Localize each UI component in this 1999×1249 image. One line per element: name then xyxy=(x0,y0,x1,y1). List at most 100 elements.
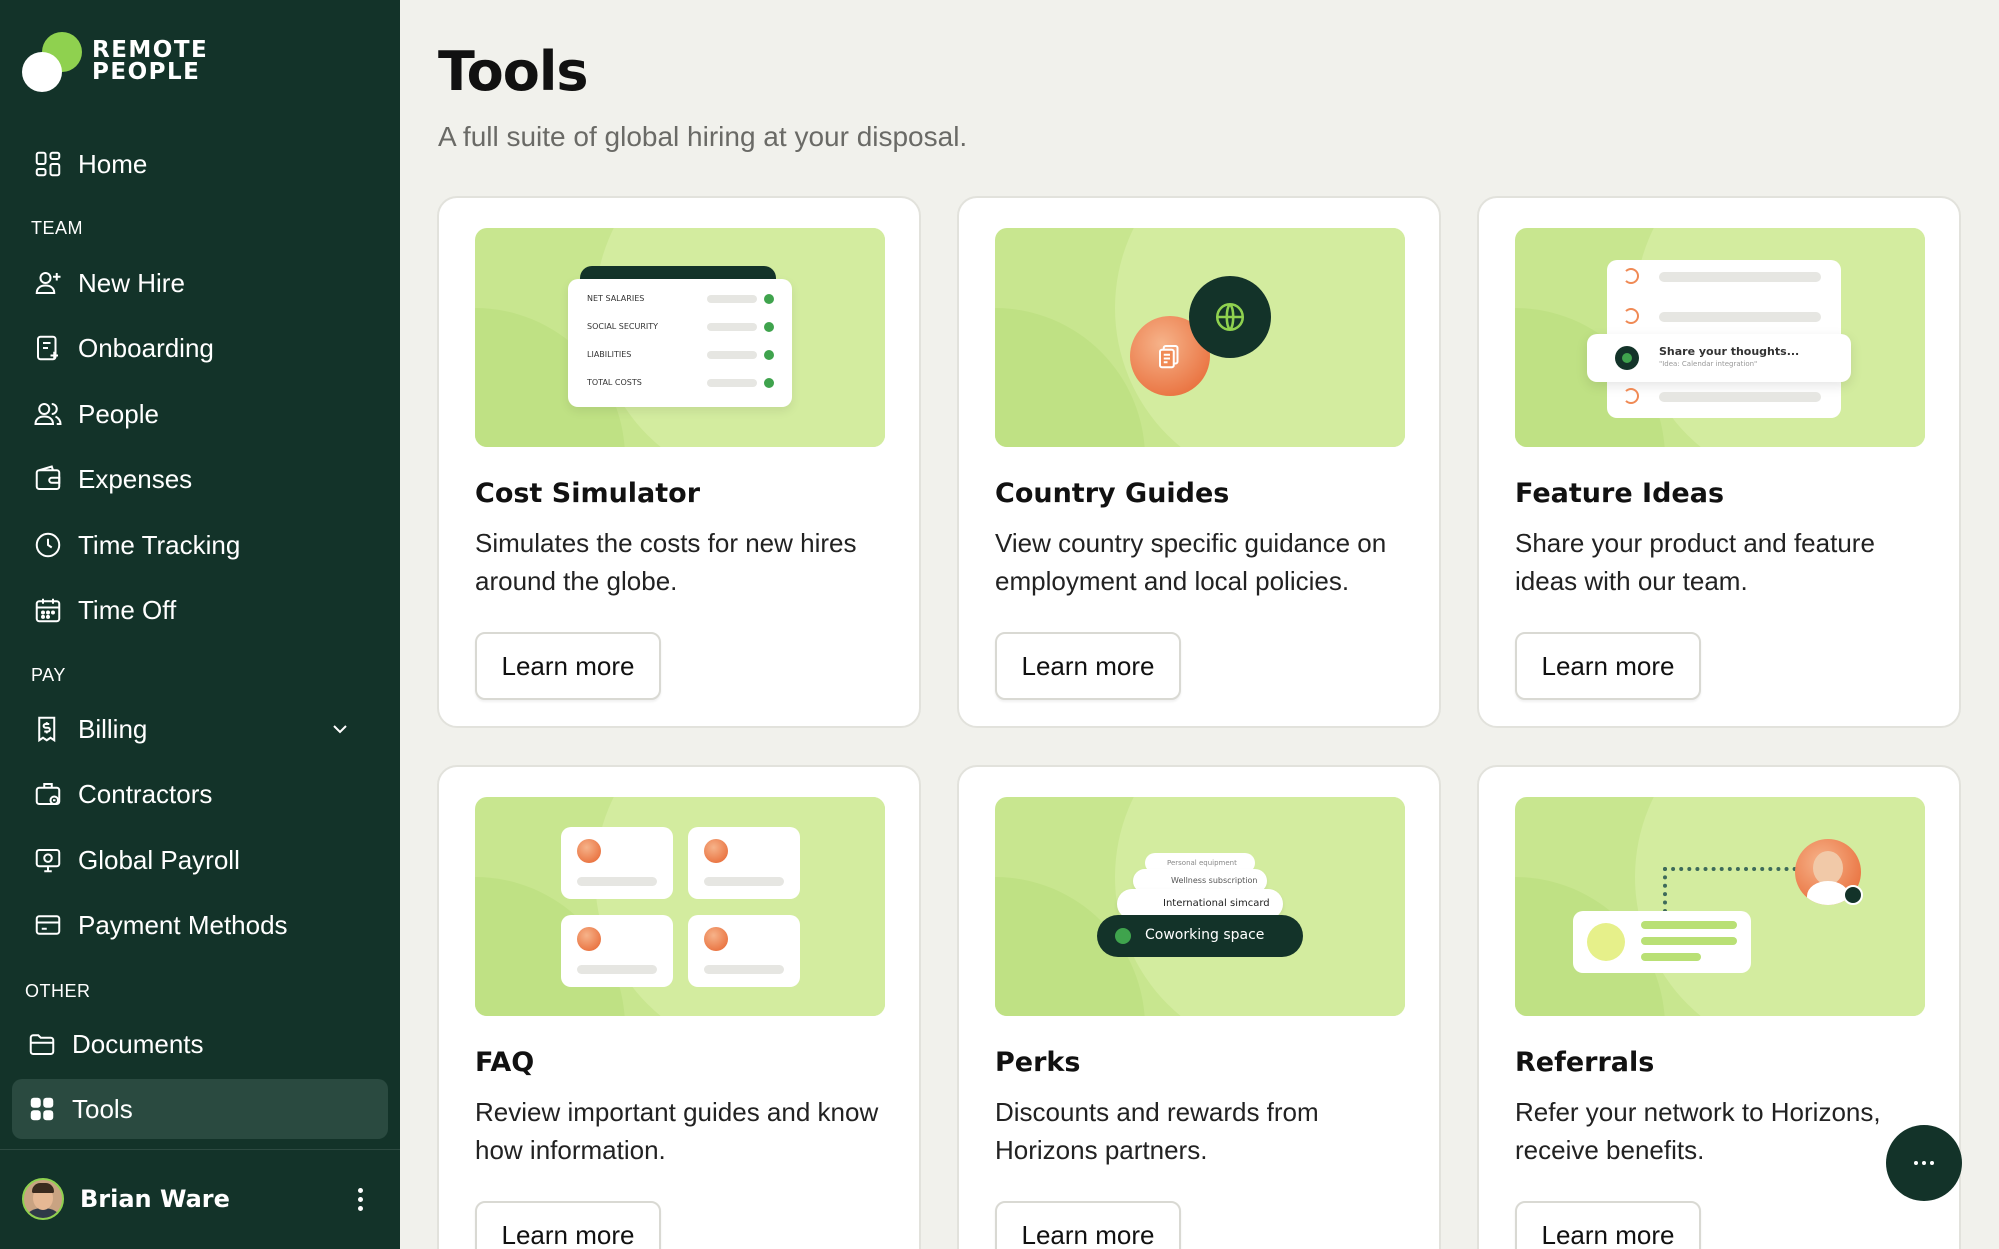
tool-card-cost-simulator: NET SALARIES SOCIAL SECURITY LIABILITIES… xyxy=(437,196,921,728)
cost-row-label: SOCIAL SECURITY xyxy=(587,322,659,331)
sidebar-item-label: Contractors xyxy=(78,778,213,809)
verified-icon xyxy=(1843,885,1863,905)
calendar-icon xyxy=(32,594,64,626)
sidebar-item-home[interactable]: Home xyxy=(12,134,388,194)
perks-illustration: Personal equipment Wellness subscription… xyxy=(995,797,1405,1016)
card-description: Share your product and feature ideas wit… xyxy=(1515,528,1875,596)
country-guides-illustration xyxy=(995,228,1405,447)
logo-mark-icon xyxy=(22,30,82,92)
chart-icon xyxy=(704,839,728,863)
brand-logo[interactable]: REMOTE PEOPLE xyxy=(22,30,208,92)
contact-avatar xyxy=(1587,923,1625,961)
check-icon xyxy=(1115,928,1131,944)
sidebar-item-label: Expenses xyxy=(78,463,193,494)
perk-label: Coworking space xyxy=(1145,927,1265,943)
chat-fab-button[interactable] xyxy=(1886,1125,1962,1201)
question-icon xyxy=(704,927,728,951)
tool-card-perks: Personal equipment Wellness subscription… xyxy=(957,765,1441,1249)
question-icon xyxy=(577,839,601,863)
user-plus-icon xyxy=(32,267,64,299)
learn-more-button[interactable]: Learn more xyxy=(995,1201,1181,1249)
sidebar-item-payment-methods[interactable]: Payment Methods xyxy=(12,895,388,955)
clock-icon xyxy=(32,529,64,561)
chat-bubble-icon xyxy=(1615,346,1639,370)
page-title: Tools xyxy=(438,40,589,103)
payroll-monitor-icon xyxy=(32,844,64,876)
brand-line-1: REMOTE xyxy=(92,37,209,63)
avatar xyxy=(22,1178,64,1220)
folder-icon xyxy=(26,1028,58,1060)
home-grid-icon xyxy=(32,148,64,180)
card-title: Cost Simulator xyxy=(475,478,701,509)
idea-prompt: Share your thoughts... xyxy=(1659,345,1800,358)
card-description: Refer your network to Horizons, receive … xyxy=(1515,1097,1881,1165)
card-title: Feature Ideas xyxy=(1515,478,1725,509)
sidebar: REMOTE PEOPLE Home TEAM New Hire Onboard… xyxy=(0,0,400,1249)
sidebar-item-label: Time Off xyxy=(78,594,177,625)
sidebar-divider xyxy=(0,1149,400,1150)
cost-row-label: LIABILITIES xyxy=(587,350,632,359)
tool-card-feature-ideas: Share your thoughts... "Idea: Calendar i… xyxy=(1477,196,1961,728)
user-profile[interactable]: Brian Ware xyxy=(22,1178,230,1220)
learn-more-button[interactable]: Learn more xyxy=(1515,1201,1701,1249)
sidebar-item-label: Documents xyxy=(72,1028,204,1059)
learn-more-button[interactable]: Learn more xyxy=(475,1201,661,1249)
perk-label: Wellness subscription xyxy=(1171,876,1258,885)
faq-illustration xyxy=(475,797,885,1016)
perk-label: Personal equipment xyxy=(1167,859,1237,867)
card-title: Referrals xyxy=(1515,1047,1655,1078)
brand-line-2: PEOPLE xyxy=(92,59,201,85)
sidebar-item-label: New Hire xyxy=(78,267,185,298)
card-description: Review important guides and know how inf… xyxy=(475,1097,879,1165)
tool-card-country-guides: Country Guides View country specific gui… xyxy=(957,196,1441,728)
sidebar-item-label: Time Tracking xyxy=(78,529,241,560)
globe-bubble-icon xyxy=(1189,276,1271,358)
sidebar-item-time-off[interactable]: Time Off xyxy=(12,580,388,640)
card-title: Country Guides xyxy=(995,478,1230,509)
perk-label: International simcard xyxy=(1163,898,1270,909)
cost-row-label: TOTAL COSTS xyxy=(587,378,642,387)
cost-row-label: NET SALARIES xyxy=(587,294,645,303)
user-name: Brian Ware xyxy=(80,1185,230,1213)
home-icon xyxy=(577,927,601,951)
card-title: Perks xyxy=(995,1047,1081,1078)
cost-simulator-illustration: NET SALARIES SOCIAL SECURITY LIABILITIES… xyxy=(475,228,885,447)
referrals-illustration xyxy=(1515,797,1925,1016)
more-options-icon[interactable] xyxy=(345,1184,375,1214)
page-subtitle: A full suite of global hiring at your di… xyxy=(438,121,968,152)
clipboard-plus-icon xyxy=(32,332,64,364)
sidebar-item-people[interactable]: People xyxy=(12,384,388,444)
sidebar-item-contractors[interactable]: Contractors xyxy=(12,764,388,824)
sidebar-item-time-tracking[interactable]: Time Tracking xyxy=(12,515,388,575)
sidebar-item-global-payroll[interactable]: Global Payroll xyxy=(12,830,388,890)
learn-more-button[interactable]: Learn more xyxy=(1515,632,1701,700)
users-icon xyxy=(32,398,64,430)
tools-grid-icon xyxy=(26,1093,58,1125)
section-label-other: OTHER xyxy=(25,981,91,1001)
credit-card-icon xyxy=(32,909,64,941)
idea-hint: "Idea: Calendar integration" xyxy=(1659,360,1758,368)
card-description: Discounts and rewards from Horizons part… xyxy=(995,1097,1319,1165)
card-title: FAQ xyxy=(475,1047,535,1078)
brand-name: REMOTE PEOPLE xyxy=(92,37,209,85)
sidebar-item-label: Home xyxy=(78,148,148,179)
sidebar-item-label: People xyxy=(78,398,159,429)
chevron-down-icon[interactable] xyxy=(328,717,352,741)
sidebar-item-label: Onboarding xyxy=(78,332,214,363)
sidebar-item-label: Tools xyxy=(72,1093,133,1124)
sidebar-item-label: Payment Methods xyxy=(78,909,288,940)
sidebar-item-tools[interactable]: Tools xyxy=(12,1079,388,1139)
sidebar-item-expenses[interactable]: Expenses xyxy=(12,449,388,509)
learn-more-button[interactable]: Learn more xyxy=(475,632,661,700)
section-label-team: TEAM xyxy=(31,218,84,238)
sidebar-item-documents[interactable]: Documents xyxy=(12,1014,388,1074)
sidebar-item-label: Global Payroll xyxy=(78,844,240,875)
wallet-icon xyxy=(32,463,64,495)
learn-more-button[interactable]: Learn more xyxy=(995,632,1181,700)
sidebar-item-billing[interactable]: Billing xyxy=(12,699,388,759)
card-description: View country specific guidance on employ… xyxy=(995,528,1387,596)
sidebar-item-new-hire[interactable]: New Hire xyxy=(12,253,388,313)
sidebar-item-onboarding[interactable]: Onboarding xyxy=(12,318,388,378)
tool-card-faq: FAQ Review important guides and know how… xyxy=(437,765,921,1249)
sidebar-item-label: Billing xyxy=(78,713,148,744)
